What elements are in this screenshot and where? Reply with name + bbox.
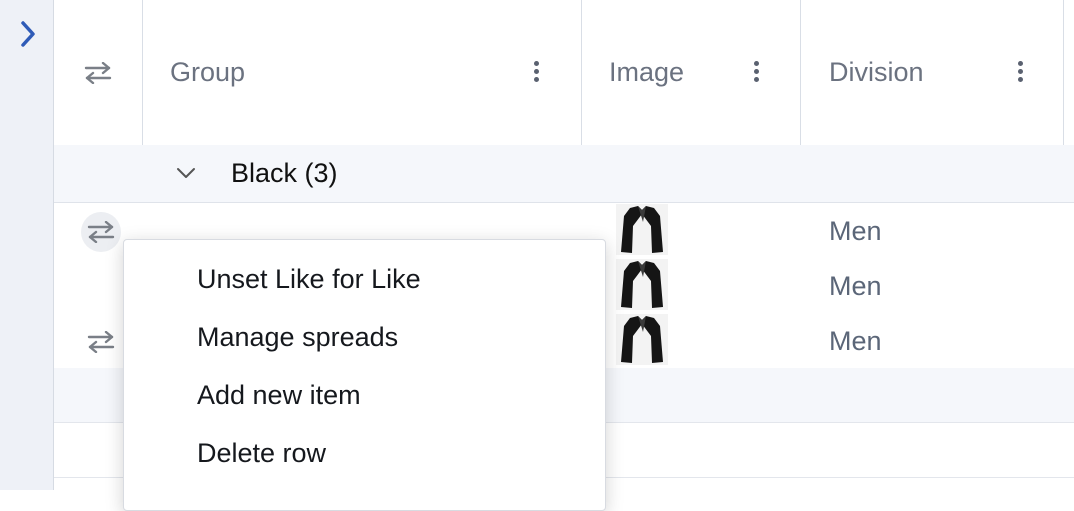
product-image[interactable]: [616, 314, 668, 365]
kebab-menu-icon[interactable]: [526, 58, 546, 88]
row-context-menu: Unset Like for Like Manage spreads Add n…: [123, 239, 606, 511]
group-label: Black (3): [231, 158, 338, 188]
column-header-division[interactable]: Division: [800, 0, 1064, 145]
chevron-right-icon: [21, 21, 35, 47]
column-label-image: Image: [609, 57, 685, 87]
column-header-image[interactable]: Image: [581, 0, 801, 145]
menu-item-label: Add new item: [197, 380, 361, 410]
swap-arrows-icon: [84, 61, 112, 84]
division-cell: Men: [829, 271, 882, 301]
column-label-division: Division: [829, 57, 924, 87]
side-rail: [0, 0, 54, 490]
division-cell: Men: [829, 326, 882, 356]
menu-item-label: Manage spreads: [197, 322, 399, 352]
product-image[interactable]: [616, 204, 668, 255]
menu-item-add-new-item[interactable]: Add new item: [124, 370, 605, 420]
menu-item-delete-row[interactable]: Delete row: [124, 428, 605, 478]
expand-panel-button[interactable]: [14, 18, 42, 50]
product-image[interactable]: [616, 259, 668, 310]
group-row[interactable]: Black (3): [54, 145, 1074, 203]
swap-arrows-icon: [87, 331, 115, 353]
kebab-menu-icon[interactable]: [1010, 58, 1030, 88]
menu-item-unset-like-for-like[interactable]: Unset Like for Like: [124, 254, 605, 304]
division-cell: Men: [829, 216, 882, 246]
menu-item-label: Unset Like for Like: [197, 264, 421, 294]
header-swap-cell: [54, 0, 142, 145]
column-label-group: Group: [170, 57, 246, 87]
kebab-menu-icon[interactable]: [746, 58, 766, 88]
like-for-like-button[interactable]: [81, 322, 121, 362]
column-header-group[interactable]: Group: [142, 0, 582, 145]
menu-item-label: Delete row: [197, 438, 327, 468]
header-row: Group Image Division: [54, 0, 1074, 147]
swap-arrows-icon: [87, 221, 115, 243]
like-for-like-button[interactable]: [81, 212, 121, 252]
chevron-down-icon[interactable]: [174, 161, 198, 185]
menu-item-manage-spreads[interactable]: Manage spreads: [124, 312, 605, 362]
